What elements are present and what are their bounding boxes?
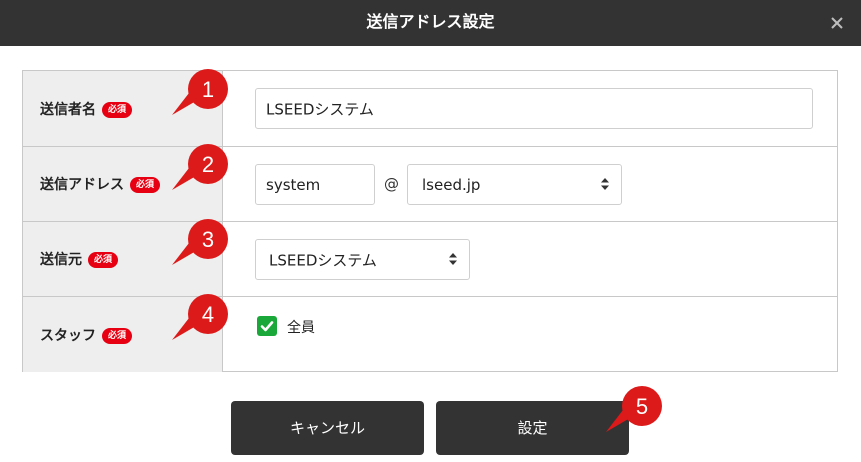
required-badge: 必須 (102, 101, 133, 118)
close-icon[interactable] (827, 13, 847, 33)
staff-label: スタッフ (40, 327, 96, 344)
at-symbol: @ (384, 175, 399, 193)
callout-marker-1: 1 (172, 69, 230, 115)
callout-number: 1 (202, 77, 214, 102)
cancel-button[interactable]: キャンセル (231, 401, 424, 455)
required-badge: 必須 (102, 327, 133, 344)
check-icon (260, 321, 274, 332)
sender-name-label: 送信者名 (40, 101, 96, 118)
callout-marker-2: 2 (172, 144, 230, 190)
required-badge: 必須 (130, 177, 161, 193)
sender-source-select[interactable]: LSEEDシステム (255, 239, 470, 280)
staff-all-label[interactable]: 全員 (287, 317, 315, 337)
callout-number: 4 (202, 302, 214, 327)
sender-source-label: 送信元 (40, 252, 82, 268)
select-arrows-icon (601, 176, 609, 194)
callout-number: 2 (202, 152, 214, 177)
required-badge: 必須 (88, 252, 119, 268)
staff-all-checkbox[interactable] (257, 316, 277, 336)
select-arrows-icon (449, 251, 457, 269)
save-button[interactable]: 設定 (436, 401, 629, 455)
callout-marker-5: 5 (606, 386, 664, 432)
address-local-part-input[interactable]: system (255, 164, 375, 205)
row-staff: スタッフ 必須 全員 (23, 296, 837, 372)
dialog-titlebar: 送信アドレス設定 (0, 0, 861, 46)
row-sender-address: 送信アドレス 必須 system @ lseed.jp (23, 146, 837, 221)
sender-form: 送信者名 必須 LSEEDシステム 送信アドレス 必須 system @ lseed… (22, 70, 838, 372)
dialog-title: 送信アドレス設定 (366, 12, 495, 31)
row-sender-source: 送信元 必須 LSEEDシステム (23, 221, 837, 296)
sender-address-label: 送信アドレス (40, 177, 124, 193)
address-domain-select[interactable]: lseed.jp (407, 164, 622, 205)
callout-number: 5 (636, 394, 648, 419)
callout-marker-4: 4 (172, 294, 230, 340)
callout-number: 3 (202, 227, 214, 252)
callout-marker-3: 3 (172, 219, 230, 265)
row-sender-name: 送信者名 必須 LSEEDシステム (23, 71, 837, 146)
sender-name-input[interactable]: LSEEDシステム (255, 88, 813, 129)
